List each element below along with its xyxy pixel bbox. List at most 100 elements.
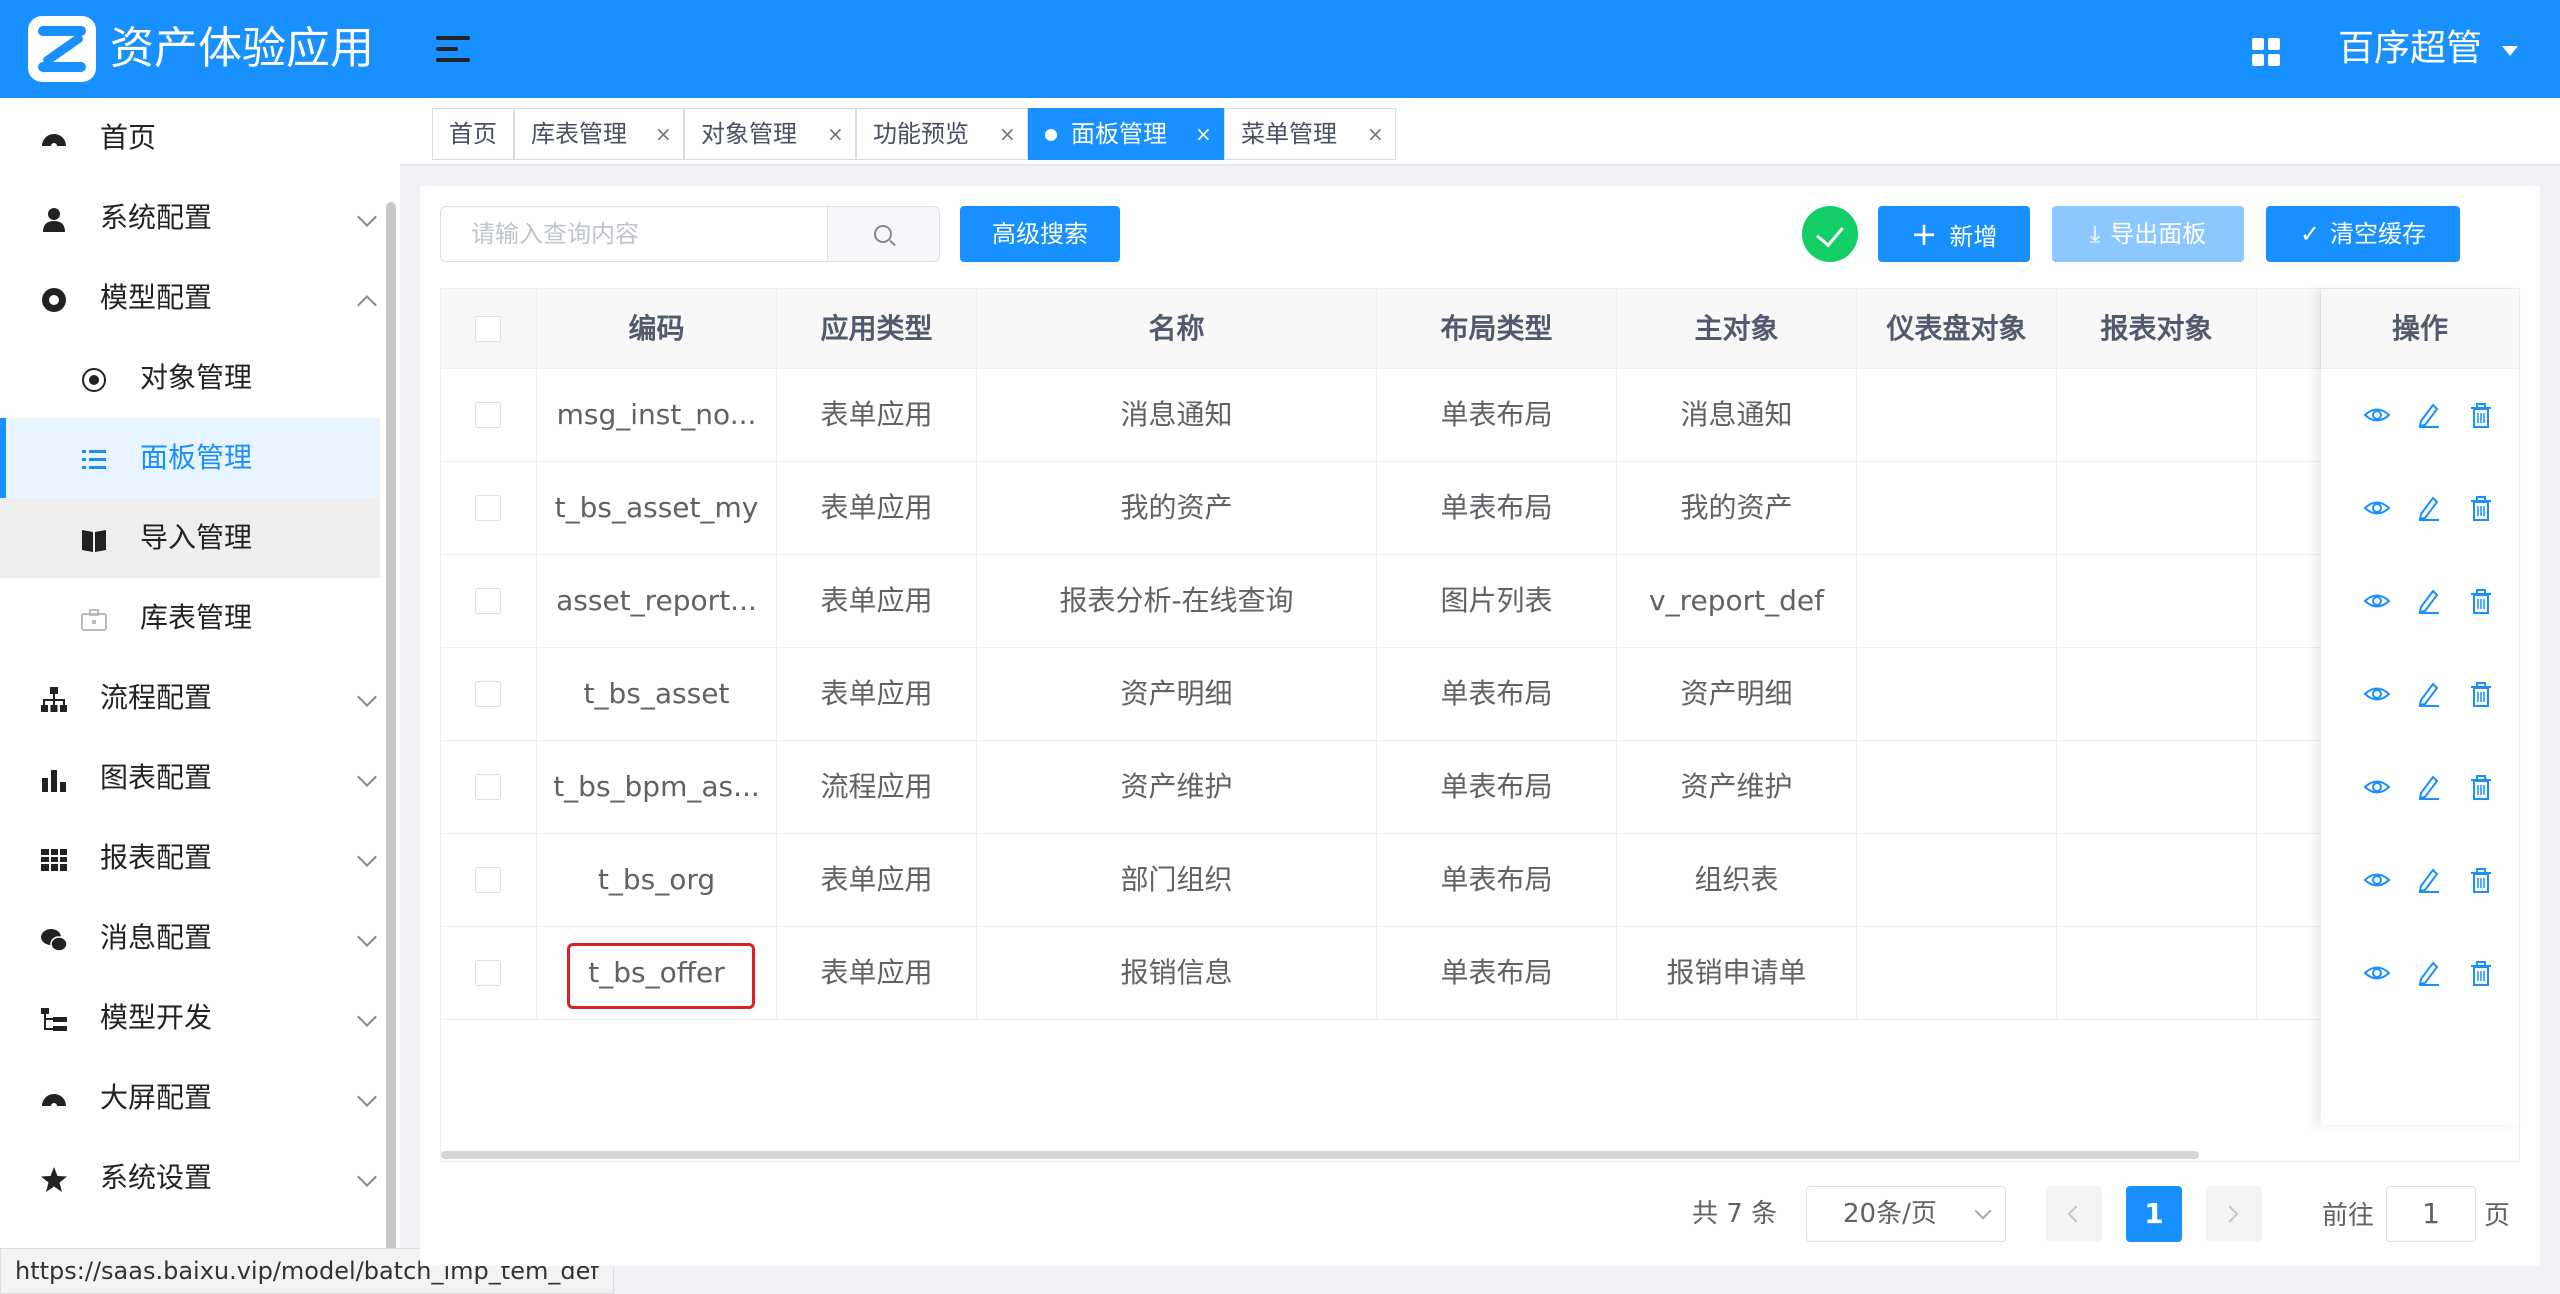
cell-name: 消息通知 — [977, 369, 1377, 461]
sidebar-item-model-config[interactable]: 模型配置 — [0, 258, 380, 338]
caret-down-icon[interactable] — [2502, 46, 2518, 56]
chevron-down-icon — [357, 1167, 377, 1187]
edit-icon[interactable] — [2415, 680, 2443, 708]
delete-icon[interactable] — [2467, 587, 2495, 615]
row-checkbox[interactable] — [475, 960, 501, 986]
sidebar-item-label: 模型配置 — [100, 281, 213, 314]
export-panel-button[interactable]: ⤓ 导出面板 — [2052, 206, 2244, 262]
view-icon[interactable] — [2363, 680, 2391, 708]
table-row[interactable]: msg_inst_no... 表单应用 消息通知 单表布局 消息通知 — [441, 369, 2519, 462]
table-row[interactable]: t_bs_bpm_as... 流程应用 资产维护 单表布局 资产维护 — [441, 741, 2519, 834]
column-header[interactable]: 名称 — [977, 289, 1377, 369]
user-name[interactable]: 百序超管 — [2338, 24, 2482, 74]
sidebar-item-flow-config[interactable]: 流程配置 — [0, 658, 380, 738]
view-icon[interactable] — [2363, 866, 2391, 894]
sidebar-item-model-dev[interactable]: 模型开发 — [0, 978, 380, 1058]
total-count: 共 7 条 — [1692, 1199, 1778, 1229]
edit-icon[interactable] — [2415, 959, 2443, 987]
close-icon[interactable]: × — [655, 109, 672, 159]
edit-icon[interactable] — [2415, 866, 2443, 894]
tab-menu-manage[interactable]: 菜单管理 × — [1224, 108, 1396, 160]
view-icon[interactable] — [2363, 494, 2391, 522]
edit-icon[interactable] — [2415, 401, 2443, 429]
edit-icon[interactable] — [2415, 587, 2443, 615]
select-all-checkbox[interactable] — [475, 316, 501, 342]
row-checkbox[interactable] — [475, 681, 501, 707]
cell-dashboard-object — [1857, 555, 2057, 647]
row-select-cell — [441, 834, 537, 926]
prev-page-button[interactable] — [2046, 1186, 2102, 1242]
column-header[interactable]: 主对象 — [1617, 289, 1857, 369]
search-input[interactable]: 请输入查询内容 — [440, 206, 828, 262]
search-button[interactable] — [828, 206, 940, 262]
row-select-cell — [441, 741, 537, 833]
page-number-current[interactable]: 1 — [2126, 1186, 2182, 1242]
sidebar-item-report-config[interactable]: 报表配置 — [0, 818, 380, 898]
column-header[interactable]: 编码 — [537, 289, 777, 369]
close-icon[interactable]: × — [827, 109, 844, 159]
view-icon[interactable] — [2363, 587, 2391, 615]
tab-feature-preview[interactable]: 功能预览 × — [856, 108, 1028, 160]
sidebar-item-home[interactable]: 首页 — [0, 98, 380, 178]
cell-app-type: 表单应用 — [777, 648, 977, 740]
sidebar-item-import-manage[interactable]: 导入管理 — [0, 498, 380, 578]
sidebar-scrollbar[interactable] — [386, 202, 396, 1282]
advanced-search-button[interactable]: 高级搜索 — [960, 206, 1120, 262]
database-icon — [81, 609, 107, 631]
menu-collapse-icon[interactable] — [436, 34, 470, 64]
close-icon[interactable]: × — [1367, 109, 1384, 159]
sidebar-item-db-manage[interactable]: 库表管理 — [0, 578, 380, 658]
tab-home[interactable]: 首页 — [432, 108, 514, 160]
table-row[interactable]: t_bs_asset_my 表单应用 我的资产 单表布局 我的资产 — [441, 462, 2519, 555]
column-header[interactable]: 仪表盘对象 — [1857, 289, 2057, 369]
sidebar-item-object-manage[interactable]: 对象管理 — [0, 338, 380, 418]
page-size-select[interactable]: 20条/页 — [1806, 1186, 2006, 1242]
row-checkbox[interactable] — [475, 588, 501, 614]
table-row[interactable]: t_bs_org 表单应用 部门组织 单表布局 组织表 — [441, 834, 2519, 927]
goto-label: 前往 — [2322, 1201, 2375, 1231]
goto-page-input[interactable]: 1 — [2386, 1186, 2476, 1242]
tab-object-manage[interactable]: 对象管理 × — [684, 108, 856, 160]
view-icon[interactable] — [2363, 401, 2391, 429]
delete-icon[interactable] — [2467, 959, 2495, 987]
top-header: 资产体验应用 百序超管 — [0, 0, 2560, 98]
sidebar-item-panel-manage[interactable]: 面板管理 — [0, 418, 380, 498]
add-button[interactable]: + 新增 — [1878, 206, 2030, 262]
delete-icon[interactable] — [2467, 866, 2495, 894]
tab-label: 库表管理 — [531, 120, 627, 148]
delete-icon[interactable] — [2467, 773, 2495, 801]
sidebar-item-screen-config[interactable]: 大屏配置 — [0, 1058, 380, 1138]
column-header[interactable]: 报表对象 — [2057, 289, 2257, 369]
column-header[interactable]: 应用类型 — [777, 289, 977, 369]
delete-icon[interactable] — [2467, 401, 2495, 429]
delete-icon[interactable] — [2467, 494, 2495, 522]
apps-grid-icon[interactable] — [2252, 38, 2280, 66]
row-checkbox[interactable] — [475, 774, 501, 800]
edit-icon[interactable] — [2415, 773, 2443, 801]
tab-label: 对象管理 — [701, 120, 797, 148]
view-icon[interactable] — [2363, 959, 2391, 987]
row-select-cell — [441, 648, 537, 740]
delete-icon[interactable] — [2467, 680, 2495, 708]
sidebar-item-system-config[interactable]: 系统配置 — [0, 178, 380, 258]
tab-panel-manage[interactable]: 面板管理 × — [1028, 108, 1224, 160]
table-row[interactable]: t_bs_asset 表单应用 资产明细 单表布局 资产明细 — [441, 648, 2519, 741]
sidebar-item-system-settings[interactable]: 系统设置 — [0, 1138, 380, 1218]
dashboard-icon — [42, 134, 66, 149]
close-icon[interactable]: × — [999, 109, 1016, 159]
clear-cache-button[interactable]: ✓ 清空缓存 — [2266, 206, 2460, 262]
close-icon[interactable]: × — [1195, 109, 1212, 159]
column-header[interactable]: 布局类型 — [1377, 289, 1617, 369]
sidebar-item-chart-config[interactable]: 图表配置 — [0, 738, 380, 818]
horizontal-scrollbar[interactable] — [441, 1151, 2199, 1159]
row-checkbox[interactable] — [475, 495, 501, 521]
sidebar-item-message-config[interactable]: 消息配置 — [0, 898, 380, 978]
confirm-check-button[interactable] — [1802, 206, 1858, 262]
row-checkbox[interactable] — [475, 867, 501, 893]
row-checkbox[interactable] — [475, 402, 501, 428]
table-row[interactable]: asset_report... 表单应用 报表分析-在线查询 图片列表 v_re… — [441, 555, 2519, 648]
next-page-button[interactable] — [2206, 1186, 2262, 1242]
view-icon[interactable] — [2363, 773, 2391, 801]
edit-icon[interactable] — [2415, 494, 2443, 522]
tab-db-manage[interactable]: 库表管理 × — [514, 108, 684, 160]
